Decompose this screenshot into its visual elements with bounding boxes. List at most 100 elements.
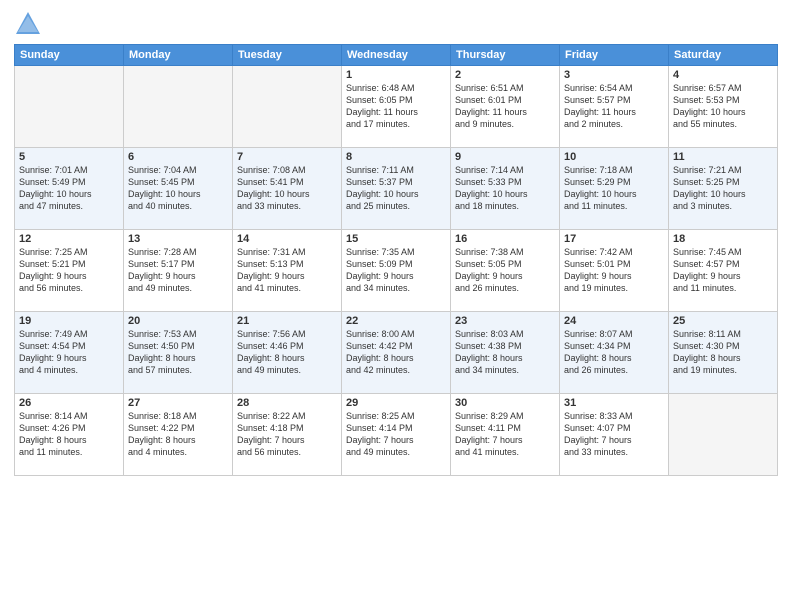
day-number: 23 [455, 315, 555, 327]
day-cell: 18Sunrise: 7:45 AM Sunset: 4:57 PM Dayli… [669, 230, 778, 312]
col-header-tuesday: Tuesday [233, 45, 342, 66]
week-row-2: 5Sunrise: 7:01 AM Sunset: 5:49 PM Daylig… [15, 148, 778, 230]
day-info: Sunrise: 7:38 AM Sunset: 5:05 PM Dayligh… [455, 246, 555, 295]
day-number: 1 [346, 69, 446, 81]
page: SundayMondayTuesdayWednesdayThursdayFrid… [0, 0, 792, 612]
day-cell: 16Sunrise: 7:38 AM Sunset: 5:05 PM Dayli… [451, 230, 560, 312]
day-number: 29 [346, 397, 446, 409]
day-number: 22 [346, 315, 446, 327]
day-number: 31 [564, 397, 664, 409]
header-row: SundayMondayTuesdayWednesdayThursdayFrid… [15, 45, 778, 66]
day-number: 14 [237, 233, 337, 245]
day-info: Sunrise: 8:18 AM Sunset: 4:22 PM Dayligh… [128, 410, 228, 459]
day-cell: 4Sunrise: 6:57 AM Sunset: 5:53 PM Daylig… [669, 66, 778, 148]
day-cell: 29Sunrise: 8:25 AM Sunset: 4:14 PM Dayli… [342, 394, 451, 476]
day-number: 26 [19, 397, 119, 409]
day-cell: 12Sunrise: 7:25 AM Sunset: 5:21 PM Dayli… [15, 230, 124, 312]
day-number: 21 [237, 315, 337, 327]
day-cell: 7Sunrise: 7:08 AM Sunset: 5:41 PM Daylig… [233, 148, 342, 230]
day-info: Sunrise: 8:07 AM Sunset: 4:34 PM Dayligh… [564, 328, 664, 377]
day-cell: 10Sunrise: 7:18 AM Sunset: 5:29 PM Dayli… [560, 148, 669, 230]
day-cell: 20Sunrise: 7:53 AM Sunset: 4:50 PM Dayli… [124, 312, 233, 394]
week-row-5: 26Sunrise: 8:14 AM Sunset: 4:26 PM Dayli… [15, 394, 778, 476]
day-info: Sunrise: 7:25 AM Sunset: 5:21 PM Dayligh… [19, 246, 119, 295]
day-cell: 6Sunrise: 7:04 AM Sunset: 5:45 PM Daylig… [124, 148, 233, 230]
day-cell: 8Sunrise: 7:11 AM Sunset: 5:37 PM Daylig… [342, 148, 451, 230]
day-info: Sunrise: 8:00 AM Sunset: 4:42 PM Dayligh… [346, 328, 446, 377]
day-number: 8 [346, 151, 446, 163]
day-number: 9 [455, 151, 555, 163]
day-info: Sunrise: 6:48 AM Sunset: 6:05 PM Dayligh… [346, 82, 446, 131]
day-number: 24 [564, 315, 664, 327]
day-cell: 27Sunrise: 8:18 AM Sunset: 4:22 PM Dayli… [124, 394, 233, 476]
week-row-4: 19Sunrise: 7:49 AM Sunset: 4:54 PM Dayli… [15, 312, 778, 394]
day-number: 25 [673, 315, 773, 327]
day-number: 27 [128, 397, 228, 409]
day-cell: 15Sunrise: 7:35 AM Sunset: 5:09 PM Dayli… [342, 230, 451, 312]
day-number: 16 [455, 233, 555, 245]
col-header-monday: Monday [124, 45, 233, 66]
day-number: 4 [673, 69, 773, 81]
day-number: 17 [564, 233, 664, 245]
day-number: 19 [19, 315, 119, 327]
day-cell: 25Sunrise: 8:11 AM Sunset: 4:30 PM Dayli… [669, 312, 778, 394]
day-cell: 14Sunrise: 7:31 AM Sunset: 5:13 PM Dayli… [233, 230, 342, 312]
day-cell [669, 394, 778, 476]
day-number: 10 [564, 151, 664, 163]
day-number: 3 [564, 69, 664, 81]
day-number: 15 [346, 233, 446, 245]
day-number: 2 [455, 69, 555, 81]
header [14, 10, 778, 38]
day-cell: 19Sunrise: 7:49 AM Sunset: 4:54 PM Dayli… [15, 312, 124, 394]
day-cell: 26Sunrise: 8:14 AM Sunset: 4:26 PM Dayli… [15, 394, 124, 476]
day-number: 6 [128, 151, 228, 163]
day-number: 30 [455, 397, 555, 409]
day-cell: 30Sunrise: 8:29 AM Sunset: 4:11 PM Dayli… [451, 394, 560, 476]
day-cell: 24Sunrise: 8:07 AM Sunset: 4:34 PM Dayli… [560, 312, 669, 394]
col-header-friday: Friday [560, 45, 669, 66]
day-number: 7 [237, 151, 337, 163]
day-info: Sunrise: 7:35 AM Sunset: 5:09 PM Dayligh… [346, 246, 446, 295]
day-cell: 11Sunrise: 7:21 AM Sunset: 5:25 PM Dayli… [669, 148, 778, 230]
day-cell [15, 66, 124, 148]
day-cell: 3Sunrise: 6:54 AM Sunset: 5:57 PM Daylig… [560, 66, 669, 148]
day-info: Sunrise: 7:14 AM Sunset: 5:33 PM Dayligh… [455, 164, 555, 213]
day-number: 11 [673, 151, 773, 163]
col-header-sunday: Sunday [15, 45, 124, 66]
day-number: 18 [673, 233, 773, 245]
week-row-3: 12Sunrise: 7:25 AM Sunset: 5:21 PM Dayli… [15, 230, 778, 312]
day-cell: 13Sunrise: 7:28 AM Sunset: 5:17 PM Dayli… [124, 230, 233, 312]
day-cell: 28Sunrise: 8:22 AM Sunset: 4:18 PM Dayli… [233, 394, 342, 476]
day-info: Sunrise: 7:08 AM Sunset: 5:41 PM Dayligh… [237, 164, 337, 213]
day-number: 28 [237, 397, 337, 409]
col-header-saturday: Saturday [669, 45, 778, 66]
day-info: Sunrise: 8:29 AM Sunset: 4:11 PM Dayligh… [455, 410, 555, 459]
day-info: Sunrise: 7:21 AM Sunset: 5:25 PM Dayligh… [673, 164, 773, 213]
calendar: SundayMondayTuesdayWednesdayThursdayFrid… [14, 44, 778, 476]
day-info: Sunrise: 7:28 AM Sunset: 5:17 PM Dayligh… [128, 246, 228, 295]
day-cell: 23Sunrise: 8:03 AM Sunset: 4:38 PM Dayli… [451, 312, 560, 394]
week-row-1: 1Sunrise: 6:48 AM Sunset: 6:05 PM Daylig… [15, 66, 778, 148]
day-cell [233, 66, 342, 148]
day-cell: 17Sunrise: 7:42 AM Sunset: 5:01 PM Dayli… [560, 230, 669, 312]
day-cell: 21Sunrise: 7:56 AM Sunset: 4:46 PM Dayli… [233, 312, 342, 394]
day-info: Sunrise: 6:57 AM Sunset: 5:53 PM Dayligh… [673, 82, 773, 131]
logo [14, 10, 44, 38]
day-info: Sunrise: 7:01 AM Sunset: 5:49 PM Dayligh… [19, 164, 119, 213]
day-number: 5 [19, 151, 119, 163]
day-cell: 1Sunrise: 6:48 AM Sunset: 6:05 PM Daylig… [342, 66, 451, 148]
day-info: Sunrise: 7:31 AM Sunset: 5:13 PM Dayligh… [237, 246, 337, 295]
day-info: Sunrise: 7:49 AM Sunset: 4:54 PM Dayligh… [19, 328, 119, 377]
day-cell: 31Sunrise: 8:33 AM Sunset: 4:07 PM Dayli… [560, 394, 669, 476]
day-info: Sunrise: 7:56 AM Sunset: 4:46 PM Dayligh… [237, 328, 337, 377]
col-header-wednesday: Wednesday [342, 45, 451, 66]
day-info: Sunrise: 7:18 AM Sunset: 5:29 PM Dayligh… [564, 164, 664, 213]
day-cell: 9Sunrise: 7:14 AM Sunset: 5:33 PM Daylig… [451, 148, 560, 230]
day-cell [124, 66, 233, 148]
day-info: Sunrise: 8:03 AM Sunset: 4:38 PM Dayligh… [455, 328, 555, 377]
day-info: Sunrise: 6:51 AM Sunset: 6:01 PM Dayligh… [455, 82, 555, 131]
day-cell: 2Sunrise: 6:51 AM Sunset: 6:01 PM Daylig… [451, 66, 560, 148]
day-info: Sunrise: 8:25 AM Sunset: 4:14 PM Dayligh… [346, 410, 446, 459]
day-info: Sunrise: 7:11 AM Sunset: 5:37 PM Dayligh… [346, 164, 446, 213]
day-info: Sunrise: 8:33 AM Sunset: 4:07 PM Dayligh… [564, 410, 664, 459]
